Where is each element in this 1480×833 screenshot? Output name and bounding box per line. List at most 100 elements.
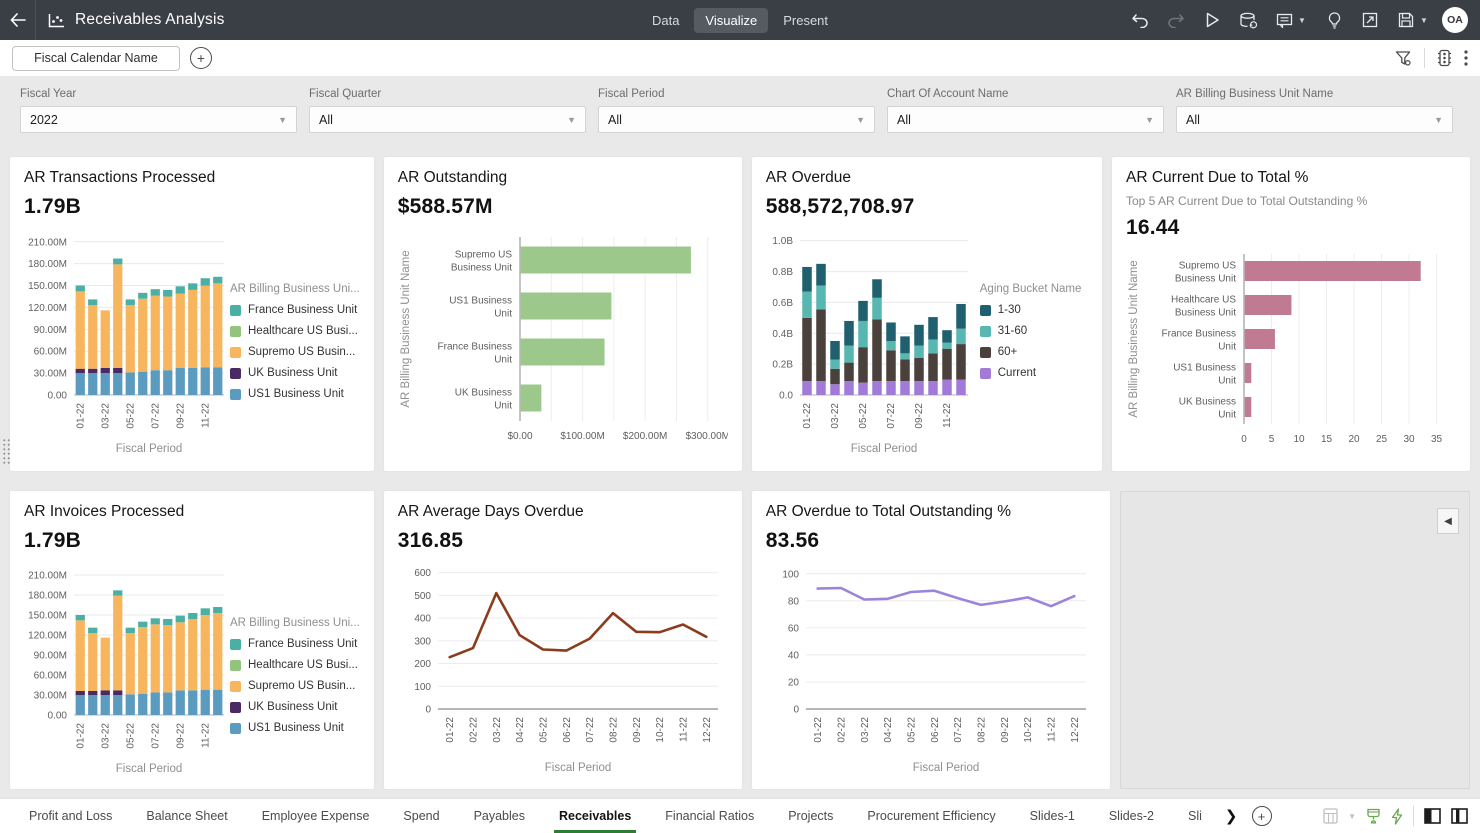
filter-select[interactable]: All▼ [309,106,586,133]
svg-text:60.00M: 60.00M [34,671,67,682]
tab-present[interactable]: Present [772,8,839,33]
svg-text:0.00: 0.00 [48,391,68,402]
dashboard-filters: Fiscal Year2022▼Fiscal QuarterAll▼Fiscal… [0,76,1480,147]
chart-area: 10080604020001-2202-2203-2204-2205-2206-… [766,559,1096,775]
auto-apply-icon[interactable] [1391,808,1403,825]
save-caret-icon[interactable]: ▼ [1420,16,1434,25]
ar-transactions-processed-chart[interactable]: 210.00M180.00M150.00M120.00M90.00M60.00M… [24,225,228,457]
svg-text:07-22: 07-22 [585,717,596,743]
chart-title: AR Overdue to Total Outstanding % [766,503,1096,521]
svg-text:08-22: 08-22 [608,717,619,743]
export-icon[interactable] [1356,6,1384,34]
filter-value: All [897,113,911,127]
canvas-tab-slides-1[interactable]: Slides-1 [1013,799,1092,833]
legend-item-supremo-us-busin-[interactable]: Supremo US Busin... [230,346,360,358]
filter-select[interactable]: All▼ [887,106,1164,133]
run-icon[interactable] [1198,6,1226,34]
legend-item-healthcare-us-busi-[interactable]: Healthcare US Busi... [230,325,360,337]
kpi-value: 1.79B [24,529,360,553]
header-actions: ▼ ▼ OA [1126,6,1480,34]
filter-select[interactable]: All▼ [1176,106,1453,133]
canvas-tab-receivables[interactable]: Receivables [542,799,648,833]
svg-text:15: 15 [1321,434,1333,445]
chart-area: 1.0B0.8B0.6B0.4B0.2B0.001-2203-2205-2207… [766,225,1088,457]
card-ar-average-days-overdue: AR Average Days Overdue316.8560050040030… [384,491,742,789]
canvas-tab-slides-2[interactable]: Slides-2 [1092,799,1171,833]
insights-icon[interactable] [1320,6,1348,34]
legend-item-uk-business-unit[interactable]: UK Business Unit [230,367,360,379]
ar-outstanding-chart[interactable]: Supremo USBusiness UnitUS1 BusinessUnitF… [398,225,728,457]
canvas-tab-financial-ratios[interactable]: Financial Ratios [648,799,771,833]
theme-icon[interactable] [1366,808,1381,824]
add-canvas-button[interactable]: + [1252,806,1272,826]
right-panel-toggle-icon[interactable] [1451,808,1468,824]
svg-text:100: 100 [414,682,431,693]
legend-item-france-business-unit[interactable]: France Business Unit [230,638,360,650]
legend-item-supremo-us-busin-[interactable]: Supremo US Busin... [230,680,360,692]
collapse-panel-button[interactable]: ◀ [1437,508,1459,534]
svg-text:France Business: France Business [1162,329,1236,340]
svg-text:09-22: 09-22 [1000,717,1011,743]
svg-text:210.00M: 210.00M [28,237,67,248]
canvas-tab-balance-sheet[interactable]: Balance Sheet [129,799,244,833]
filter-select[interactable]: All▼ [598,106,875,133]
add-filter-button[interactable]: + [190,47,212,69]
kpi-value: 83.56 [766,529,1096,553]
svg-text:05-22: 05-22 [125,403,136,429]
chart-legend: AR Billing Business Uni...France Busines… [228,283,360,457]
canvas-tab-projects[interactable]: Projects [771,799,850,833]
resize-grip[interactable] [2,438,11,464]
ar-average-days-overdue-chart[interactable]: 600500400300200100001-2202-2203-2204-220… [398,559,728,775]
legend-item-60-[interactable]: 60+ [980,346,1082,358]
ar-invoices-processed-chart[interactable]: 210.00M180.00M150.00M120.00M90.00M60.00M… [24,559,228,777]
canvas-tab-spend[interactable]: Spend [386,799,456,833]
ar-current-due-to-total-chart[interactable]: Supremo USBusiness UnitHealthcare USBusi… [1126,246,1456,454]
canvas-tabs: Profit and LossBalance SheetEmployee Exp… [12,799,1219,833]
canvas-tab-employee-expense[interactable]: Employee Expense [245,799,387,833]
legend-item-current[interactable]: Current [980,367,1082,379]
canvas-tab-procurement-efficiency[interactable]: Procurement Efficiency [850,799,1012,833]
legend-item-31-60[interactable]: 31-60 [980,325,1082,337]
kpi-value: 16.44 [1126,216,1456,240]
charts-row-2: AR Invoices Processed 1.79B 210.00M180.00M… [0,481,1480,799]
legend-item-uk-business-unit[interactable]: UK Business Unit [230,701,360,713]
comments-icon[interactable] [1270,6,1298,34]
refresh-data-icon[interactable] [1234,6,1262,34]
ar-overdue-chart[interactable]: 1.0B0.8B0.6B0.4B0.2B0.001-2203-2205-2207… [766,225,978,457]
comments-caret-icon[interactable]: ▼ [1298,16,1312,25]
canvas-tab-profit-and-loss[interactable]: Profit and Loss [12,799,129,833]
svg-text:0: 0 [425,705,431,716]
avatar[interactable]: OA [1442,7,1468,33]
redo-icon[interactable] [1162,6,1190,34]
filter-bar-toggle-icon[interactable] [1395,50,1412,67]
svg-text:06-22: 06-22 [930,717,941,743]
canvas-settings-icon[interactable] [1437,49,1452,67]
save-icon[interactable] [1392,6,1420,34]
grid-view-caret-icon[interactable]: ▼ [1348,812,1356,821]
back-button[interactable] [0,0,36,40]
svg-text:150.00M: 150.00M [28,611,67,622]
tab-data[interactable]: Data [641,8,690,33]
canvas-tab-payables[interactable]: Payables [457,799,542,833]
tabs-overflow-icon[interactable]: ❯ [1219,807,1244,825]
legend-item-1-30[interactable]: 1-30 [980,304,1082,316]
card-ar-current-due-to-total: AR Current Due to Total %Top 5 AR Curren… [1112,157,1470,471]
tab-visualize[interactable]: Visualize [694,8,768,33]
legend-item-us1-business-unit[interactable]: US1 Business Unit [230,388,360,400]
legend-item-france-business-unit[interactable]: France Business Unit [230,304,360,316]
chart-title: AR Invoices Processed [24,503,360,521]
undo-icon[interactable] [1126,6,1154,34]
fiscal-calendar-pill[interactable]: Fiscal Calendar Name [12,46,180,71]
legend-item-us1-business-unit[interactable]: US1 Business Unit [230,722,360,734]
left-panel-toggle-icon[interactable] [1424,808,1441,824]
filter-value: 2022 [30,113,58,127]
canvas-tab-sli[interactable]: Sli [1171,799,1219,833]
card-ar-overdue-to-total-outstanding: AR Overdue to Total Outstanding % 83.56 10… [752,491,1110,789]
ar-overdue-to-total-outstanding-chart[interactable]: 10080604020001-2202-2203-2204-2205-2206-… [766,559,1096,775]
filter-value: All [608,113,622,127]
svg-text:05-22: 05-22 [858,403,869,429]
legend-item-healthcare-us-busi-[interactable]: Healthcare US Busi... [230,659,360,671]
kebab-menu-icon[interactable] [1464,50,1468,66]
filter-select[interactable]: 2022▼ [20,106,297,133]
grid-view-icon[interactable] [1323,808,1338,824]
